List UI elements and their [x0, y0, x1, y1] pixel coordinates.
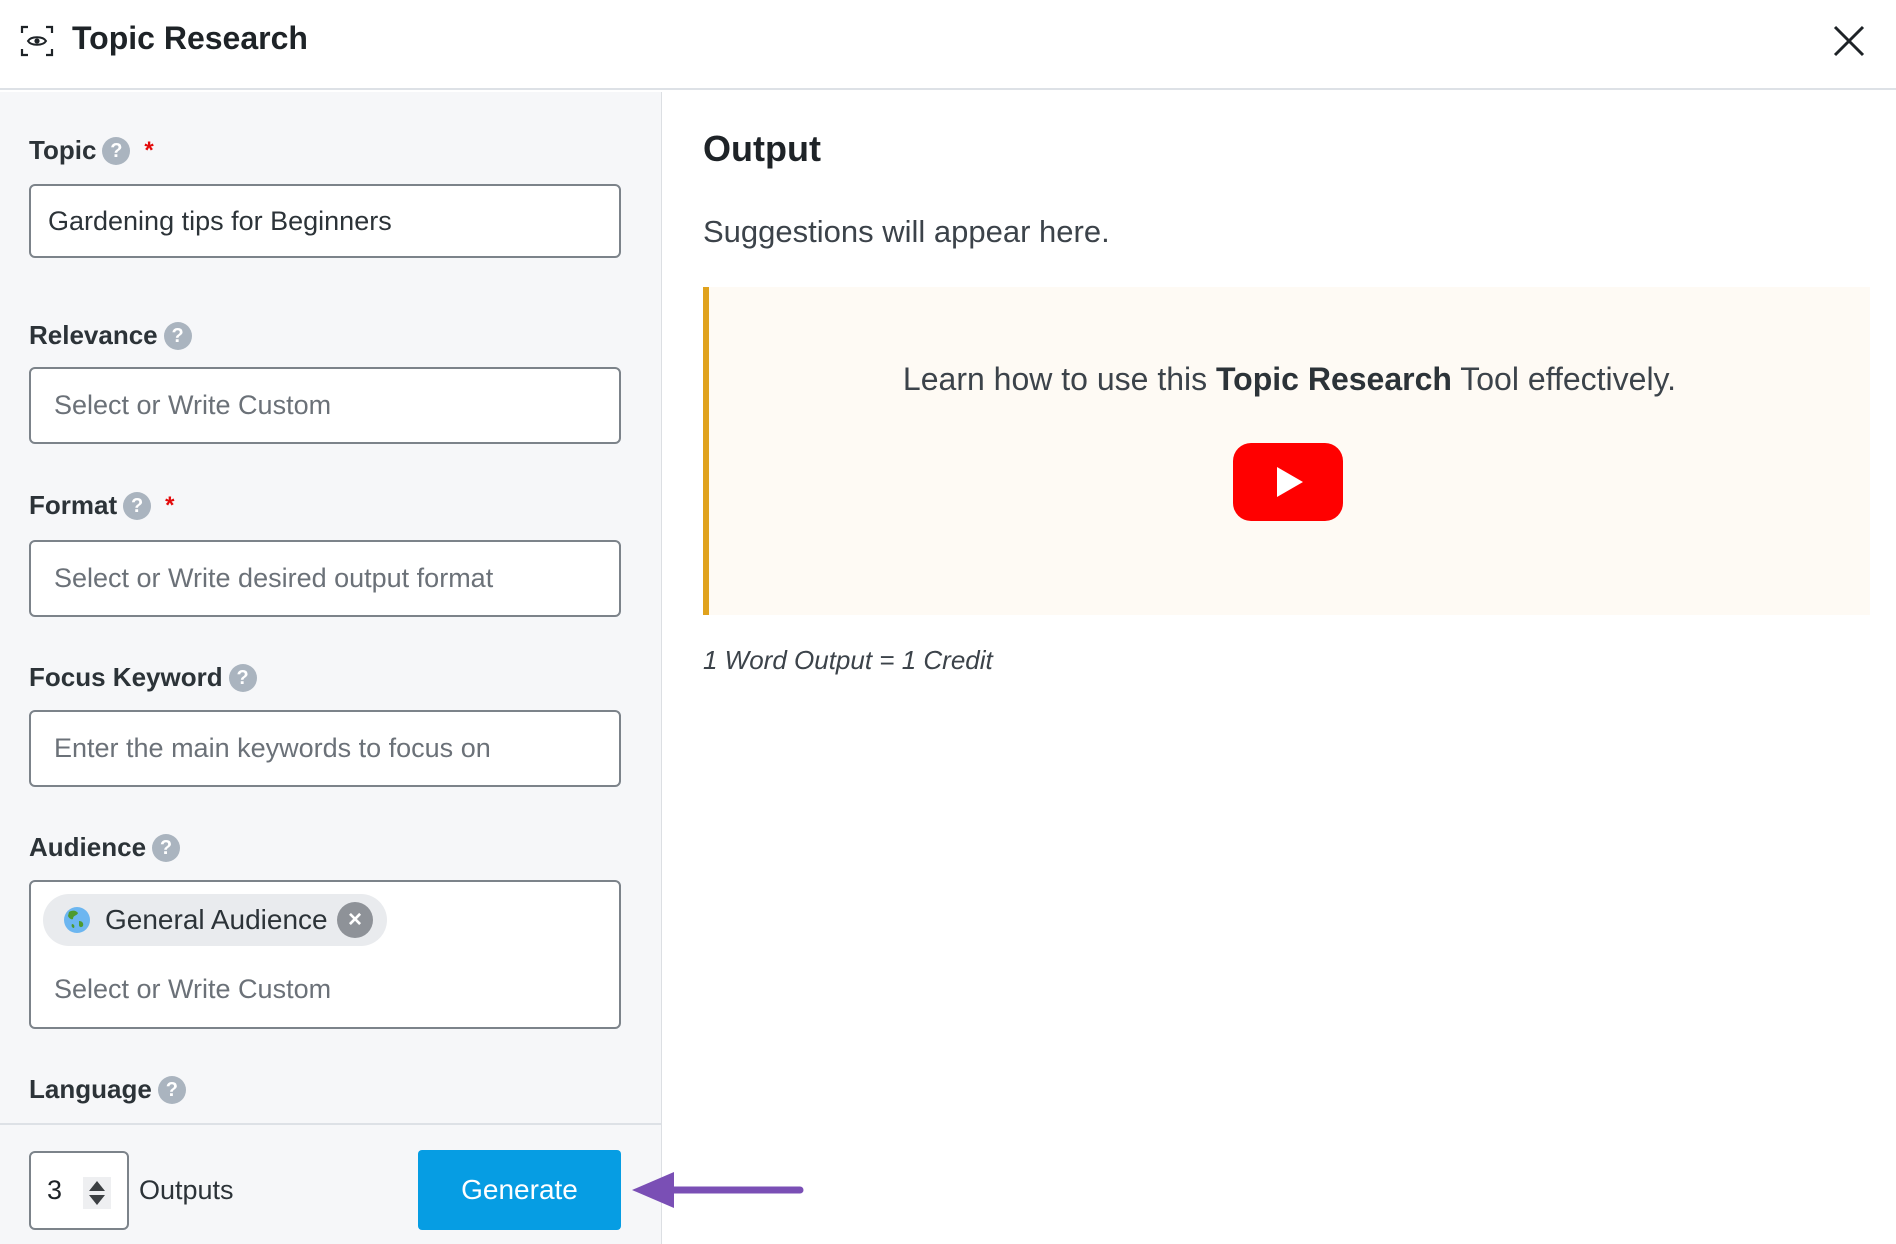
form-footer: 3 Outputs Generate — [0, 1123, 661, 1244]
outputs-label: Outputs — [139, 1175, 234, 1205]
help-icon[interactable]: ? — [157, 1075, 186, 1104]
stepper-down-icon[interactable] — [89, 1195, 105, 1205]
credit-note: 1 Word Output = 1 Credit — [703, 645, 993, 675]
stepper-up-icon[interactable] — [89, 1181, 105, 1191]
help-icon[interactable]: ? — [102, 136, 131, 165]
format-input[interactable]: Select or Write desired output format — [29, 540, 621, 617]
audience-placeholder: Select or Write Custom — [54, 974, 332, 1004]
focus-keyword-label: Focus Keyword ? — [29, 662, 257, 693]
required-mark: * — [165, 491, 175, 519]
eye-scan-icon — [20, 25, 54, 57]
topic-input[interactable]: Gardening tips for Beginners — [29, 184, 621, 258]
audience-chip: General Audience × — [43, 894, 387, 946]
stepper-arrows[interactable] — [83, 1177, 111, 1209]
suggestions-placeholder: Suggestions will appear here. — [703, 214, 1110, 249]
help-icon[interactable]: ? — [152, 833, 181, 862]
annotation-arrow — [632, 1172, 804, 1208]
language-label: Language ? — [29, 1074, 186, 1105]
audience-label: Audience ? — [29, 832, 181, 863]
close-icon[interactable] — [1830, 22, 1868, 60]
help-icon[interactable]: ? — [228, 663, 257, 692]
tutorial-text: Learn how to use this Topic Research Too… — [902, 361, 1677, 397]
help-icon[interactable]: ? — [123, 491, 152, 520]
modal-header: Topic Research — [0, 0, 1896, 90]
remove-chip-button[interactable]: × — [337, 902, 373, 938]
globe-icon — [64, 907, 90, 933]
outputs-stepper[interactable]: 3 — [29, 1151, 129, 1230]
topic-label: Topic ? * — [29, 135, 154, 165]
audience-input[interactable]: General Audience × Select or Write Custo… — [29, 880, 621, 1029]
generate-button[interactable]: Generate — [418, 1150, 621, 1230]
required-mark: * — [144, 136, 154, 164]
output-panel: Output Suggestions will appear here. Lea… — [663, 92, 1896, 1244]
tutorial-callout: Learn how to use this Topic Research Too… — [703, 287, 1870, 615]
relevance-input[interactable]: Select or Write Custom — [29, 367, 621, 444]
relevance-label: Relevance ? — [29, 320, 192, 351]
form-panel: Topic ? * Gardening tips for Beginners R… — [0, 92, 662, 1244]
focus-keyword-input[interactable]: Enter the main keywords to focus on — [29, 710, 621, 787]
youtube-play-icon[interactable] — [1233, 443, 1343, 521]
format-label: Format ? * — [29, 490, 175, 520]
modal-title: Topic Research — [72, 20, 308, 56]
help-icon[interactable]: ? — [163, 321, 192, 350]
output-title: Output — [703, 128, 821, 169]
